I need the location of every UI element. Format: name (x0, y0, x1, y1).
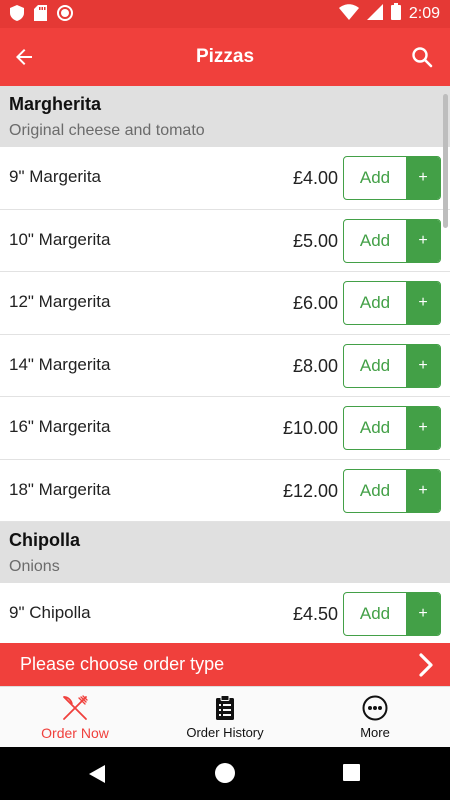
item-name: 9" Margerita (9, 167, 102, 186)
add-button[interactable]: Add + (343, 592, 441, 636)
nav-order-history[interactable]: Order History (150, 687, 300, 747)
add-button-label: Add (359, 293, 391, 312)
page-title: Pizzas (195, 46, 255, 67)
system-home-icon[interactable] (215, 763, 235, 783)
system-back-icon[interactable] (88, 764, 106, 784)
nav-label: Order History (186, 725, 264, 740)
plus-icon: + (406, 219, 440, 262)
search-button[interactable] (406, 41, 438, 73)
record-icon (57, 5, 73, 26)
section-name: Margherita (9, 94, 102, 114)
section-description: Original cheese and tomato (9, 122, 205, 139)
item-price: £4.50 (292, 604, 338, 624)
search-icon (412, 47, 433, 68)
app-bar: Pizzas (0, 28, 450, 86)
shield-icon (10, 5, 24, 26)
plus-icon: + (406, 593, 440, 635)
item-name: 9" Chipolla (9, 603, 91, 622)
fork-knife-icon (60, 694, 90, 722)
scrollbar[interactable] (443, 94, 448, 228)
item-price: £12.00 (282, 480, 338, 501)
item-name: 10" Margerita (9, 229, 111, 249)
item-price: £10.00 (282, 418, 338, 438)
item-name: 16" Margerita (9, 417, 111, 436)
cellular-signal-icon (366, 3, 383, 25)
status-bar: 2:09 (0, 0, 450, 28)
menu-item-row: 16" Margerita £10.00 Add + (0, 397, 450, 460)
section-description: Onions (9, 558, 60, 575)
status-time: 2:09 (408, 5, 440, 22)
menu-list[interactable]: Margherita Original cheese and tomato 9"… (0, 86, 450, 643)
section-name: Chipolla (9, 530, 80, 550)
add-button-label: Add (359, 418, 391, 437)
system-recents-icon[interactable] (343, 764, 360, 781)
add-button-label: Add (359, 168, 391, 187)
nav-label: More (360, 725, 390, 740)
more-dots-icon (360, 694, 390, 722)
bottom-nav: Order Now Order History More (0, 686, 450, 747)
nav-label: Order Now (41, 725, 109, 741)
status-icons-left (10, 5, 73, 26)
menu-item-row: 12" Margerita £6.00 Add + (0, 272, 450, 335)
add-button-label: Add (359, 355, 391, 375)
system-nav-bar (0, 747, 450, 800)
section-header: Chipolla Onions (0, 522, 450, 583)
nav-order-now[interactable]: Order Now (0, 687, 150, 747)
sd-card-icon (34, 5, 47, 26)
clipboard-icon (210, 694, 240, 722)
item-price: £4.00 (292, 168, 338, 188)
item-price: £6.00 (292, 293, 338, 313)
section-header: Margherita Original cheese and tomato (0, 86, 450, 147)
wifi-icon (338, 3, 359, 25)
item-price: £5.00 (292, 230, 338, 251)
chevron-right-icon (419, 653, 433, 677)
add-button-label: Add (359, 230, 391, 250)
add-button[interactable]: Add + (343, 468, 441, 513)
nav-more[interactable]: More (300, 687, 450, 747)
menu-item-row: 9" Margerita £4.00 Add + (0, 147, 450, 210)
item-name: 12" Margerita (9, 292, 111, 311)
order-type-text: Please choose order type (20, 654, 225, 674)
add-button-label: Add (359, 480, 391, 500)
plus-icon: + (406, 344, 440, 387)
menu-item-row: 10" Margerita £5.00 Add + (0, 209, 450, 272)
add-button[interactable]: Add + (343, 343, 441, 388)
plus-icon: + (406, 282, 440, 324)
menu-item-row: 9" Chipolla £4.50 Add + (0, 583, 450, 643)
item-name: 18" Margerita (9, 479, 111, 499)
order-type-bar[interactable]: Please choose order type (0, 643, 450, 686)
add-button[interactable]: Add + (343, 406, 441, 450)
menu-item-row: 14" Margerita £8.00 Add + (0, 334, 450, 397)
add-button-label: Add (359, 604, 391, 623)
battery-icon (390, 3, 401, 25)
add-button[interactable]: Add + (343, 218, 441, 263)
plus-icon: + (406, 407, 440, 449)
plus-icon: + (406, 469, 440, 512)
item-price: £8.00 (292, 355, 338, 376)
add-button[interactable]: Add + (343, 156, 441, 200)
item-name: 14" Margerita (9, 354, 111, 374)
add-button[interactable]: Add + (343, 281, 441, 325)
status-icons-right: 2:09 (338, 3, 440, 25)
menu-item-row: 18" Margerita £12.00 Add + (0, 459, 450, 522)
plus-icon: + (406, 157, 440, 199)
